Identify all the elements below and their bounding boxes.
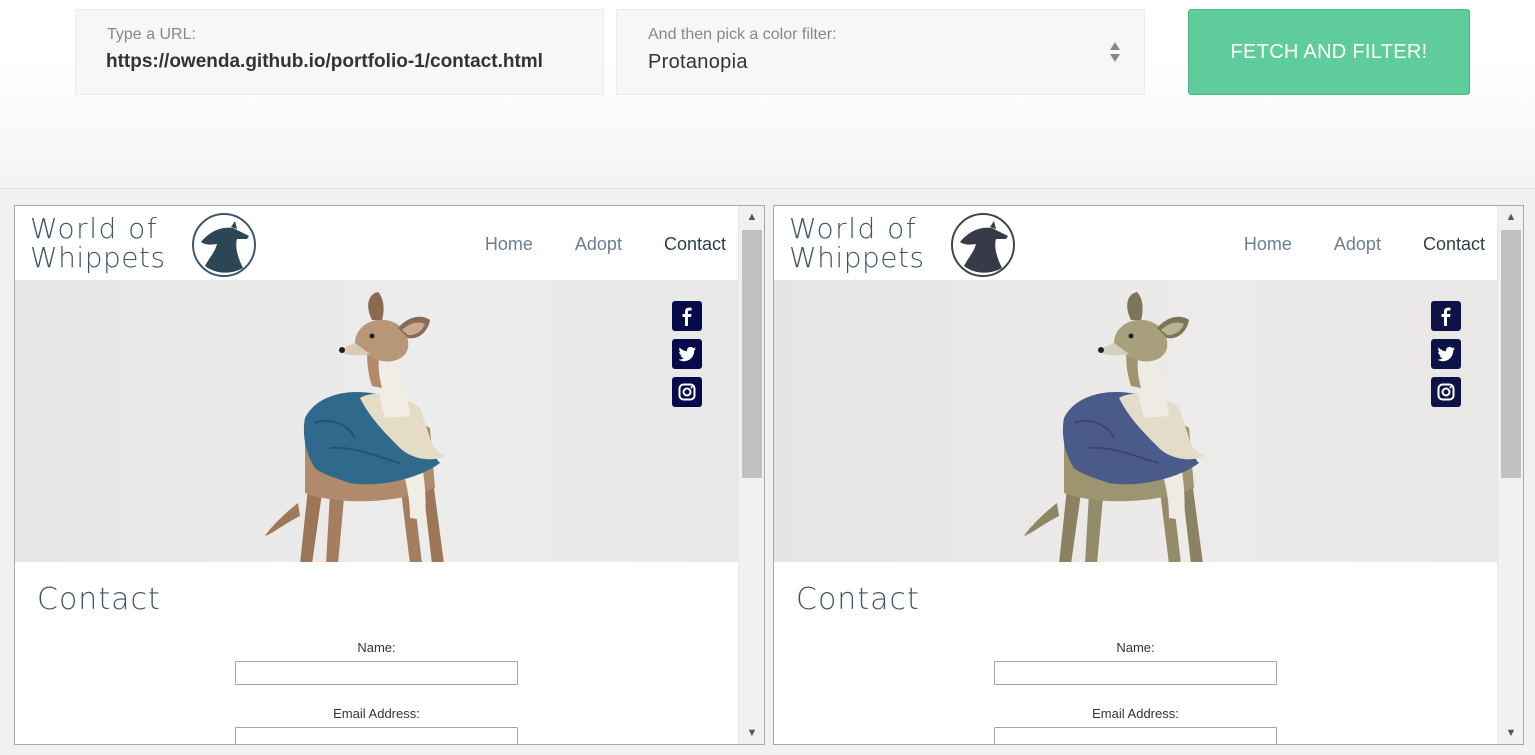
page-title: Contact — [37, 582, 161, 617]
nav-contact[interactable]: Contact — [1423, 234, 1485, 255]
whippet-logo-icon[interactable] — [950, 212, 1016, 278]
scrollbar[interactable]: ▲ ▼ — [738, 206, 764, 744]
scroll-up-icon[interactable]: ▲ — [746, 211, 758, 223]
social-links — [672, 301, 702, 415]
url-input[interactable]: https://owenda.github.io/portfolio-1/con… — [106, 51, 543, 73]
site-header: World of Whippets Home Adopt Contact — [774, 206, 1497, 280]
scroll-thumb[interactable] — [1501, 230, 1521, 478]
whippet-logo-icon[interactable] — [191, 212, 257, 278]
scroll-down-icon[interactable]: ▼ — [746, 727, 758, 739]
select-arrows-icon[interactable] — [1109, 41, 1121, 63]
scrollbar[interactable]: ▲ ▼ — [1497, 206, 1523, 744]
twitter-icon[interactable] — [1431, 339, 1461, 369]
filtered-preview-frame[interactable]: World of Whippets Home Adopt Contact Con… — [773, 205, 1524, 745]
page-title: Contact — [796, 582, 920, 617]
site-header: World of Whippets Home Adopt Contact — [15, 206, 738, 280]
filter-label: And then pick a color filter: — [648, 26, 837, 43]
logo-line2: Whippets — [30, 241, 166, 274]
name-input[interactable] — [235, 661, 518, 685]
name-label: Name: — [1116, 640, 1155, 655]
original-preview-frame[interactable]: World of Whippets Home Adopt Contact Con… — [14, 205, 765, 745]
email-input[interactable] — [235, 727, 518, 744]
scroll-down-icon[interactable]: ▼ — [1505, 727, 1517, 739]
social-links — [1431, 301, 1461, 415]
url-field[interactable]: Type a URL: https://owenda.github.io/por… — [75, 9, 604, 95]
twitter-icon[interactable] — [672, 339, 702, 369]
site-logo-text[interactable]: World of Whippets — [30, 214, 166, 272]
email-label: Email Address: — [333, 706, 420, 721]
email-input[interactable] — [994, 727, 1277, 744]
nav-contact[interactable]: Contact — [664, 234, 726, 255]
url-label: Type a URL: — [107, 26, 196, 43]
filter-selected-value[interactable]: Protanopia — [648, 51, 748, 74]
color-filter-select[interactable]: And then pick a color filter: Protanopia — [616, 9, 1145, 95]
nav-home[interactable]: Home — [485, 234, 533, 255]
fetch-and-filter-button[interactable]: FETCH AND FILTER! — [1188, 9, 1470, 95]
nav-adopt[interactable]: Adopt — [575, 234, 622, 255]
filtered-viewport: World of Whippets Home Adopt Contact Con… — [774, 206, 1497, 744]
instagram-icon[interactable] — [672, 377, 702, 407]
logo-line2: Whippets — [789, 241, 925, 274]
scroll-thumb[interactable] — [742, 230, 762, 478]
email-label: Email Address: — [1092, 706, 1179, 721]
facebook-icon[interactable] — [1431, 301, 1461, 331]
scroll-up-icon[interactable]: ▲ — [1505, 211, 1517, 223]
name-input[interactable] — [994, 661, 1277, 685]
nav-adopt[interactable]: Adopt — [1334, 234, 1381, 255]
site-nav: Home Adopt Contact — [1202, 234, 1485, 255]
site-logo-text[interactable]: World of Whippets — [789, 214, 925, 272]
facebook-icon[interactable] — [672, 301, 702, 331]
name-label: Name: — [357, 640, 396, 655]
whippet-dog-image — [1024, 292, 1204, 562]
whippet-dog-image — [265, 292, 445, 562]
original-viewport: World of Whippets Home Adopt Contact Con… — [15, 206, 738, 744]
instagram-icon[interactable] — [1431, 377, 1461, 407]
nav-home[interactable]: Home — [1244, 234, 1292, 255]
hero-image — [774, 280, 1497, 562]
site-nav: Home Adopt Contact — [443, 234, 726, 255]
hero-image — [15, 280, 738, 562]
